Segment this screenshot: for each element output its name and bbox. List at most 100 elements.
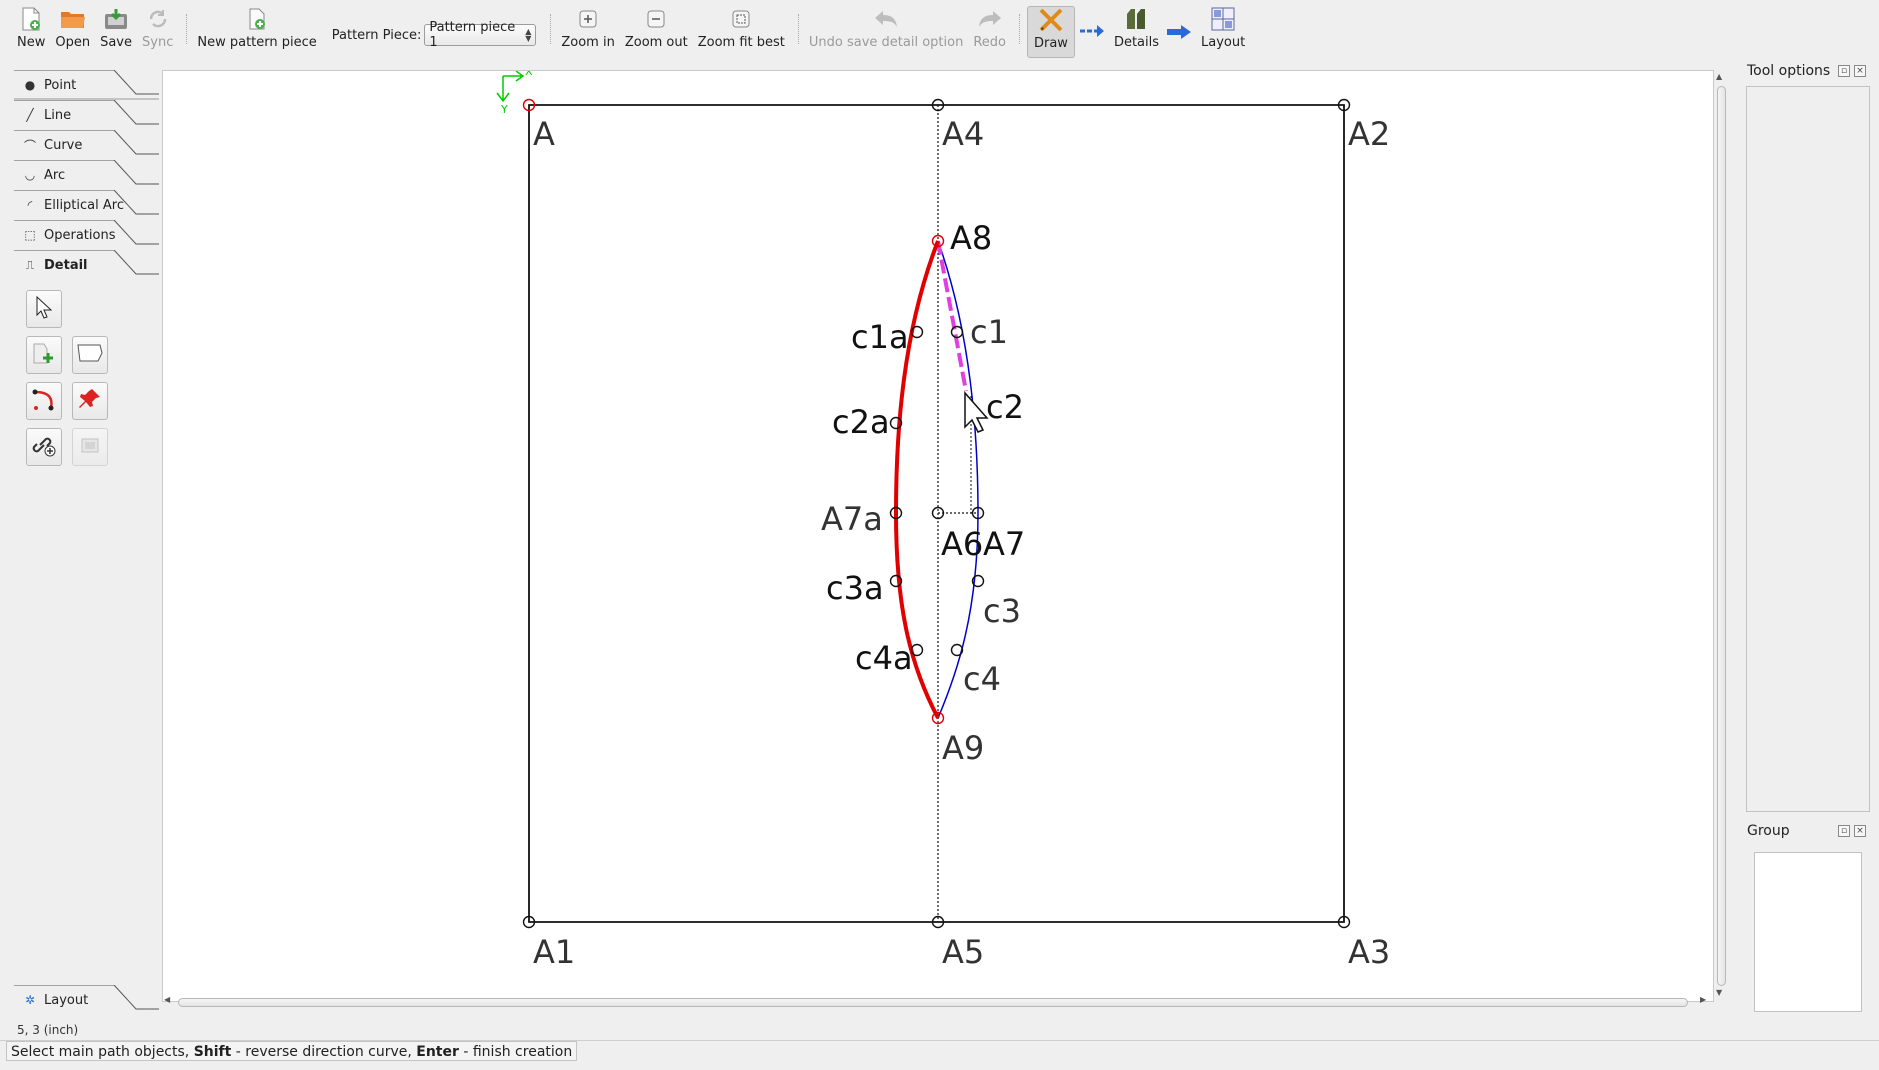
draw-icon <box>1038 7 1064 33</box>
pattern-piece-select[interactable]: Pattern piece 1 ▲ ▼ <box>424 20 537 50</box>
vertical-scrollbar[interactable]: ▲ ▼ <box>1714 70 1728 1002</box>
pattern-drawing[interactable]: Y X A A4 A2 A1 A5 A3 A8 A9 A6 A7 A7a c1 … <box>163 71 1715 1003</box>
label-A2: A2 <box>1348 115 1390 153</box>
drawing-canvas[interactable]: Y X A A4 A2 A1 A5 A3 A8 A9 A6 A7 A7a c1 … <box>162 70 1714 1002</box>
tab-curve[interactable]: ⌒ Curve <box>14 130 159 160</box>
axis-indicator: Y X <box>496 71 533 116</box>
arrow-right-icon <box>1166 24 1192 44</box>
piece-path-icon <box>31 386 57 416</box>
scroll-down-icon[interactable]: ▼ <box>1716 988 1722 997</box>
piece-path-tool-button[interactable] <box>26 382 62 420</box>
label-c4a: c4a <box>855 639 913 677</box>
close-icon[interactable]: × <box>1854 825 1866 837</box>
label-A1: A1 <box>533 933 575 971</box>
detail-tools-grid <box>26 290 110 466</box>
axis-y-label: Y <box>500 103 508 116</box>
tab-point[interactable]: ● Point <box>14 70 159 100</box>
cursor-arrow-icon <box>33 295 55 323</box>
close-icon[interactable]: × <box>1854 65 1866 77</box>
operations-icon: ⬚ <box>24 228 36 242</box>
label-A5: A5 <box>942 933 984 971</box>
export-detail-icon <box>79 434 101 460</box>
pointer-tool-button[interactable] <box>26 290 62 328</box>
insert-node-tool-button[interactable] <box>26 428 62 466</box>
toolbar-separator <box>550 14 552 44</box>
union-details-icon <box>76 342 104 368</box>
new-pattern-piece-button[interactable]: New pattern piece <box>194 6 319 58</box>
layout-mode-button[interactable]: Layout <box>1198 6 1248 58</box>
tab-layout[interactable]: ✲ Layout <box>14 985 159 1015</box>
union-details-tool-button[interactable] <box>72 336 108 374</box>
spin-arrows-icon: ▲ ▼ <box>525 27 532 43</box>
tab-line[interactable]: ╱ Line <box>14 100 159 130</box>
arc-icon: ◡ <box>24 168 36 182</box>
status-message: Select main path objects, Shift - revers… <box>6 1041 578 1061</box>
toolbar-separator <box>797 14 800 44</box>
export-detail-tool-button[interactable] <box>72 428 108 466</box>
float-icon[interactable]: ▫ <box>1838 825 1850 837</box>
label-c1a: c1a <box>851 318 909 356</box>
label-A7a: A7a <box>821 500 883 538</box>
scroll-up-icon[interactable]: ▲ <box>1716 72 1722 81</box>
label-A4: A4 <box>942 115 984 153</box>
horizontal-scrollbar[interactable]: ◀ ▶ <box>162 995 1714 1009</box>
sync-icon <box>145 6 171 32</box>
label-c3: c3 <box>983 592 1021 630</box>
label-A6: A6 <box>941 525 983 563</box>
new-detail-tool-button[interactable] <box>26 336 62 374</box>
link-add-icon <box>31 432 57 462</box>
tab-operations[interactable]: ⬚ Operations <box>14 220 159 250</box>
zoom-fit-icon <box>728 6 754 32</box>
arrow-right-dashed-icon <box>1079 24 1105 42</box>
open-button[interactable]: Open <box>52 6 93 58</box>
mouse-cursor-icon <box>964 391 989 433</box>
zoom-in-button[interactable]: Zoom in <box>558 6 617 58</box>
zoom-in-icon <box>575 6 601 32</box>
sync-button[interactable]: Sync <box>139 6 176 58</box>
toolbar-separator <box>1018 14 1021 44</box>
float-icon[interactable]: ▫ <box>1838 65 1850 77</box>
tab-detail[interactable]: ⎍ Detail <box>14 250 159 280</box>
new-detail-icon <box>31 340 57 370</box>
new-button[interactable]: New <box>14 6 48 58</box>
scroll-left-icon[interactable]: ◀ <box>164 995 170 1004</box>
base-rectangle[interactable] <box>528 104 1345 923</box>
undo-icon <box>873 6 899 32</box>
group-title: Group <box>1747 823 1790 839</box>
save-button[interactable]: Save <box>97 6 135 58</box>
scroll-right-icon[interactable]: ▶ <box>1700 995 1706 1004</box>
point-c4[interactable] <box>950 643 964 657</box>
zoom-fit-best-button[interactable]: Zoom fit best <box>695 6 788 58</box>
zoom-out-button[interactable]: Zoom out <box>622 6 691 58</box>
tab-arc[interactable]: ◡ Arc <box>14 160 159 190</box>
main-toolbar: New Open Save Sync New pattern piece Pat… <box>0 0 1879 62</box>
details-mode-button[interactable]: Details <box>1111 6 1162 58</box>
group-dock-buttons: ▫ × <box>1838 825 1866 837</box>
tab-elliptical-arc[interactable]: ◜ Elliptical Arc <box>14 190 159 220</box>
horizontal-scroll-thumb[interactable] <box>178 998 1688 1007</box>
layout-gear-icon: ✲ <box>24 993 36 1007</box>
pin-tool-button[interactable] <box>72 382 108 420</box>
pin-icon <box>78 387 102 415</box>
label-c2: c2 <box>986 388 1024 426</box>
elliptical-arc-icon: ◜ <box>27 198 33 212</box>
redo-icon <box>977 6 1003 32</box>
tool-box-panel: ● Point ╱ Line ⌒ Curve ◡ Arc ◜ Elliptica… <box>14 70 159 1020</box>
line-icon: ╱ <box>26 108 34 122</box>
label-c4: c4 <box>963 660 1001 698</box>
new-file-icon <box>18 6 44 32</box>
vertical-scroll-thumb[interactable] <box>1717 86 1726 986</box>
axis-x-label: X <box>525 71 533 78</box>
toolbar-separator <box>186 14 188 44</box>
label-c1: c1 <box>970 313 1008 351</box>
undo-button[interactable]: Undo save detail option <box>806 6 966 58</box>
highlight-segment <box>936 240 968 392</box>
label-A3: A3 <box>1348 933 1390 971</box>
draw-mode-button[interactable]: Draw <box>1026 6 1075 58</box>
tool-options-dock-buttons: ▫ × <box>1838 65 1866 77</box>
label-A9: A9 <box>942 729 984 767</box>
group-panel[interactable] <box>1754 852 1862 1012</box>
redo-button[interactable]: Redo <box>970 6 1009 58</box>
label-A: A <box>533 115 555 153</box>
tool-options-title: Tool options <box>1747 63 1831 79</box>
